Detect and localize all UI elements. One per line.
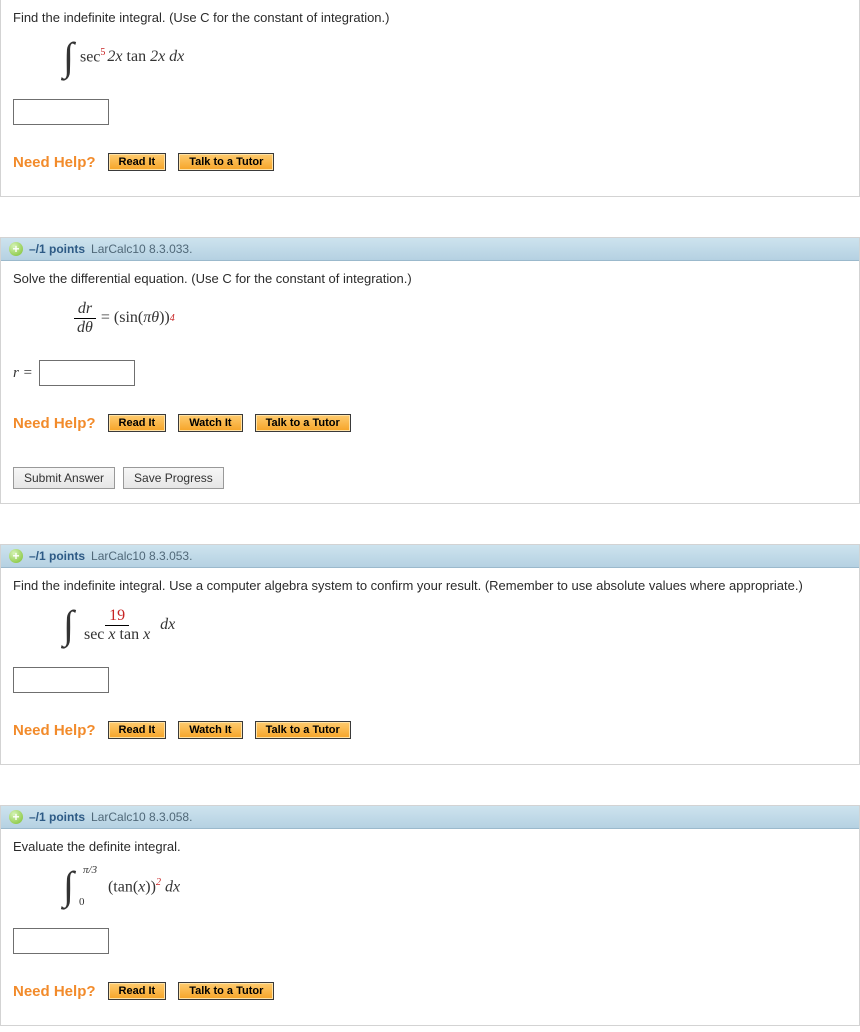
- lower-limit: 0: [79, 896, 85, 908]
- save-progress-button[interactable]: Save Progress: [123, 467, 224, 489]
- question-header: + –/1 points LarCalc10 8.3.033.: [1, 238, 859, 261]
- points-label: –/1 points: [29, 242, 85, 256]
- expr-exp: 5: [100, 47, 105, 58]
- integrand-exp: 2: [156, 877, 161, 888]
- reference-label: LarCalc10 8.3.058.: [91, 810, 192, 824]
- frac-num: dr: [74, 300, 96, 319]
- reference-label: LarCalc10 8.3.053.: [91, 549, 192, 563]
- read-it-button[interactable]: Read It: [108, 153, 167, 171]
- prompt-text: Solve the differential equation. (Use C …: [13, 271, 847, 286]
- frac-den: dθ: [73, 319, 97, 337]
- read-it-button[interactable]: Read It: [108, 982, 167, 1000]
- rhs-exp: 4: [170, 313, 175, 324]
- question-1: Find the indefinite integral. (Use C for…: [0, 0, 860, 197]
- expand-icon[interactable]: +: [9, 549, 23, 563]
- math-expression: ∫ sec5 2x tan 2x dx: [63, 39, 847, 75]
- question-header: + –/1 points LarCalc10 8.3.058.: [1, 806, 859, 829]
- answer-input[interactable]: [13, 928, 109, 954]
- answer-label: r =: [13, 365, 33, 382]
- submit-answer-button[interactable]: Submit Answer: [13, 467, 115, 489]
- watch-it-button[interactable]: Watch It: [178, 414, 242, 432]
- answer-input[interactable]: [39, 360, 135, 386]
- read-it-button[interactable]: Read It: [108, 721, 167, 739]
- prompt-text: Evaluate the definite integral.: [13, 839, 847, 854]
- upper-limit: π/3: [83, 864, 97, 876]
- talk-tutor-button[interactable]: Talk to a Tutor: [255, 414, 351, 432]
- points-label: –/1 points: [29, 810, 85, 824]
- math-expression: dr dθ = (sin(πθ))4: [73, 300, 847, 336]
- talk-tutor-button[interactable]: Talk to a Tutor: [178, 982, 274, 1000]
- expand-icon[interactable]: +: [9, 810, 23, 824]
- integral-icon: ∫: [63, 607, 74, 643]
- talk-tutor-button[interactable]: Talk to a Tutor: [255, 721, 351, 739]
- prompt-text: Find the indefinite integral. (Use C for…: [13, 10, 847, 25]
- frac-den: sec x tan x: [80, 626, 154, 644]
- need-help-label: Need Help?: [13, 983, 96, 1000]
- answer-input[interactable]: [13, 99, 109, 125]
- read-it-button[interactable]: Read It: [108, 414, 167, 432]
- math-expression: ∫ 19 sec x tan x dx: [63, 607, 847, 643]
- question-3: + –/1 points LarCalc10 8.3.053. Find the…: [0, 544, 860, 765]
- dx: dx: [165, 878, 180, 895]
- need-help-label: Need Help?: [13, 415, 96, 432]
- question-4: + –/1 points LarCalc10 8.3.058. Evaluate…: [0, 805, 860, 1026]
- reference-label: LarCalc10 8.3.033.: [91, 242, 192, 256]
- frac-num: 19: [105, 607, 129, 626]
- talk-tutor-button[interactable]: Talk to a Tutor: [178, 153, 274, 171]
- question-2: + –/1 points LarCalc10 8.3.033. Solve th…: [0, 237, 860, 504]
- expand-icon[interactable]: +: [9, 242, 23, 256]
- question-header: + –/1 points LarCalc10 8.3.053.: [1, 545, 859, 568]
- math-expression: ∫ π/3 0 (tan(x))2 dx: [63, 868, 847, 904]
- answer-input[interactable]: [13, 667, 109, 693]
- need-help-label: Need Help?: [13, 154, 96, 171]
- dx: dx: [160, 616, 175, 634]
- integral-icon: ∫: [63, 863, 74, 908]
- points-label: –/1 points: [29, 549, 85, 563]
- integral-icon: ∫: [63, 39, 74, 75]
- watch-it-button[interactable]: Watch It: [178, 721, 242, 739]
- prompt-text: Find the indefinite integral. Use a comp…: [13, 578, 847, 593]
- expr-pre: sec: [80, 49, 100, 66]
- need-help-label: Need Help?: [13, 722, 96, 739]
